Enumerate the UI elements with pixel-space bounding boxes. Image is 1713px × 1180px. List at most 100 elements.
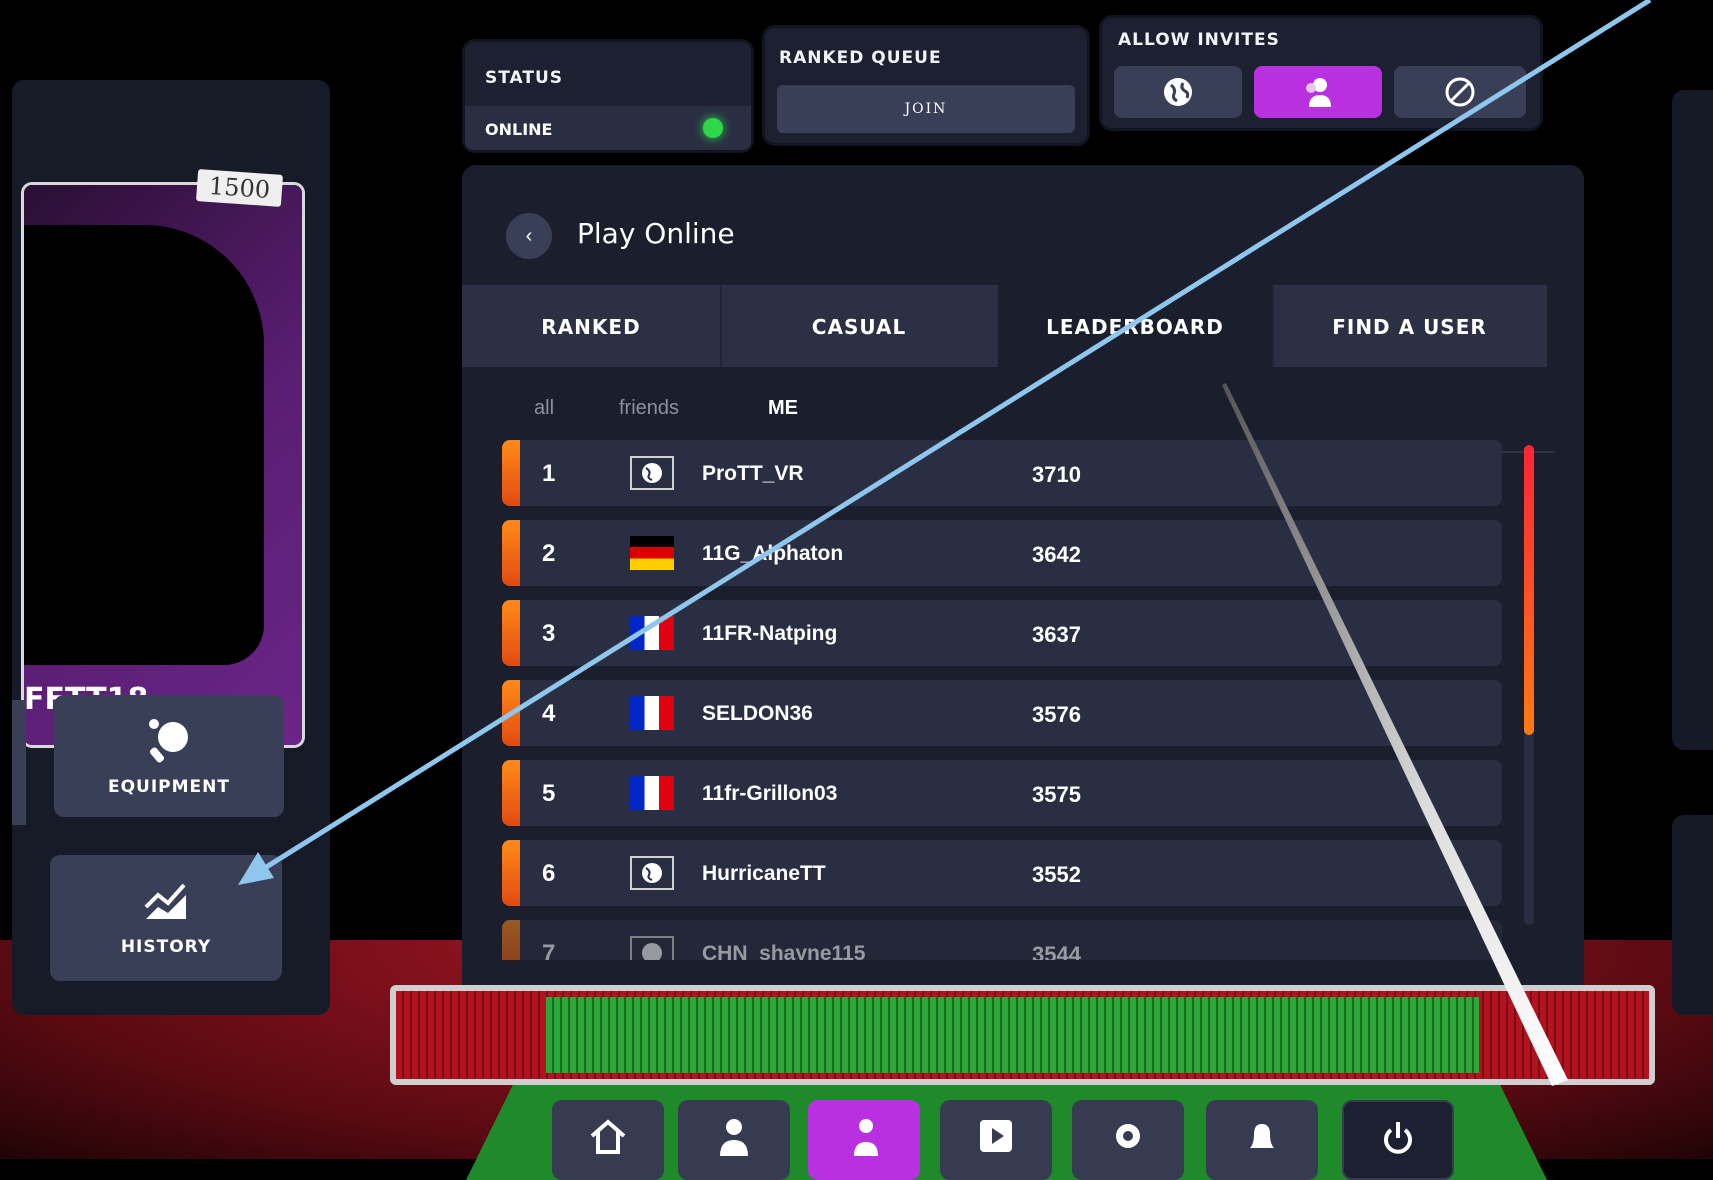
globe-icon — [1164, 78, 1192, 106]
home-icon — [590, 1119, 626, 1154]
status-block: STATUS ONLINE — [465, 42, 751, 150]
table-row[interactable]: 1 ProTT_VR 3710 — [502, 440, 1502, 506]
trend-chart-icon — [144, 883, 186, 919]
table-net — [390, 985, 1655, 1085]
avatar — [24, 225, 264, 665]
history-button[interactable]: HISTORY — [50, 855, 282, 981]
player-score: 3575 — [1032, 782, 1081, 807]
rank-number: 4 — [542, 700, 556, 727]
rank-number: 1 — [542, 460, 556, 487]
block-icon — [1445, 77, 1475, 107]
player-score: 3552 — [1032, 862, 1081, 887]
france-flag-icon — [630, 776, 674, 810]
player-name: 11FR-Natping — [702, 622, 838, 645]
elo-badge: 1500 — [195, 169, 284, 207]
table-row[interactable]: 3 11FR-Natping 3637 — [502, 600, 1502, 666]
ranked-queue-block: RANKED QUEUE JOIN — [765, 28, 1087, 143]
germany-flag-icon — [630, 536, 674, 570]
equipment-button[interactable]: EQUIPMENT — [54, 695, 284, 817]
profile-card[interactable] — [24, 185, 302, 745]
paddle-icon — [149, 719, 188, 763]
play-online-panel: ‹ Play Online RANKED CASUAL LEADERBOARD … — [462, 165, 1584, 1005]
rank-number: 3 — [542, 620, 556, 647]
nav-notifications-button[interactable] — [1206, 1100, 1318, 1180]
france-flag-icon — [630, 696, 674, 730]
france-flag-icon — [630, 616, 674, 650]
player-name: CHN_shayne115 — [702, 942, 866, 960]
player-name: SELDON36 — [702, 702, 813, 725]
table-row[interactable]: 7 CHN_shayne115 3544 — [502, 920, 1502, 960]
world-flag-icon — [630, 856, 674, 890]
invite-nobody-button[interactable] — [1394, 66, 1526, 118]
power-icon — [1384, 1122, 1412, 1154]
right-panel-bottom — [1672, 815, 1713, 1015]
rank-accent — [502, 520, 520, 586]
online-icon — [854, 1119, 878, 1156]
page-title: Play Online — [577, 217, 735, 250]
friends-icon — [1306, 78, 1331, 107]
notifications-icon — [1250, 1124, 1274, 1148]
rank-accent — [502, 840, 520, 906]
player-name: 11fr-Grillon03 — [702, 782, 838, 805]
history-label: HISTORY — [120, 937, 212, 957]
scrollbar-thumb[interactable] — [1524, 445, 1534, 735]
nav-replay-button[interactable] — [940, 1100, 1052, 1180]
nav-home-button[interactable] — [552, 1100, 664, 1180]
rank-number: 6 — [542, 860, 556, 887]
equipment-label: EQUIPMENT — [107, 777, 230, 797]
online-indicator-icon — [703, 118, 723, 138]
player-score: 3576 — [1032, 702, 1081, 727]
tab-ranked[interactable]: RANKED — [462, 285, 722, 367]
tab-casual[interactable]: CASUAL — [720, 285, 1000, 367]
filter-friends[interactable]: friends — [619, 397, 679, 420]
nav-online-button[interactable] — [808, 1100, 920, 1180]
allow-invites-block: ALLOW INVITES — [1102, 18, 1540, 128]
filter-all[interactable]: all — [534, 397, 554, 420]
status-label: STATUS — [485, 68, 564, 88]
nav-power-button[interactable] — [1342, 1100, 1454, 1180]
rank-accent — [502, 440, 520, 506]
leaderboard-list[interactable]: 1 ProTT_VR 3710 2 11G_Alphaton 3642 3 11… — [502, 440, 1512, 960]
table-row[interactable]: 2 11G_Alphaton 3642 — [502, 520, 1502, 586]
player-name: ProTT_VR — [702, 462, 804, 485]
tab-find-a-user[interactable]: FIND A USER — [1272, 285, 1547, 367]
invite-everyone-button[interactable] — [1114, 66, 1242, 118]
rank-accent — [502, 680, 520, 746]
table-row[interactable]: 6 HurricaneTT 3552 — [502, 840, 1502, 906]
nav-settings-button[interactable] — [1072, 1100, 1184, 1180]
player-score: 3642 — [1032, 542, 1081, 567]
player-name: HurricaneTT — [702, 862, 826, 885]
leaderboard-scrollbar[interactable] — [1524, 445, 1534, 925]
tab-leaderboard[interactable]: LEADERBOARD — [998, 285, 1274, 367]
back-button[interactable]: ‹ — [506, 213, 552, 259]
tab-bar: RANKED CASUAL LEADERBOARD FIND A USER — [462, 285, 1547, 367]
player-score: 3637 — [1032, 622, 1081, 647]
status-value: ONLINE — [485, 120, 553, 139]
allow-invites-label: ALLOW INVITES — [1118, 30, 1280, 50]
rank-number: 7 — [542, 940, 556, 960]
table-row[interactable]: 4 SELDON36 3576 — [502, 680, 1502, 746]
table-row[interactable]: 5 11fr-Grillon03 3575 — [502, 760, 1502, 826]
player-name: 11G_Alphaton — [702, 542, 844, 565]
net-green-area — [546, 997, 1479, 1073]
rank-number: 2 — [542, 540, 556, 567]
profile-icon — [720, 1119, 748, 1156]
filter-me[interactable]: ME — [768, 397, 798, 420]
chevron-left-icon: ‹ — [525, 225, 533, 247]
player-score: 3710 — [1032, 462, 1081, 487]
world-flag-icon — [630, 456, 674, 490]
rank-accent — [502, 920, 520, 960]
player-score: 3544 — [1032, 942, 1081, 960]
status-selector[interactable]: ONLINE — [465, 106, 751, 150]
rank-number: 5 — [542, 780, 556, 807]
rank-accent — [502, 600, 520, 666]
invite-friends-button[interactable] — [1254, 66, 1382, 118]
right-panel-top — [1672, 90, 1713, 750]
replay-icon — [980, 1120, 1012, 1152]
join-button[interactable]: JOIN — [777, 85, 1075, 133]
profile-panel: 1500 FFTT18 EQUIPMENT HISTORY — [12, 80, 330, 1015]
settings-icon — [1116, 1124, 1140, 1148]
nav-profile-button[interactable] — [678, 1100, 790, 1180]
ranked-queue-label: RANKED QUEUE — [779, 48, 942, 68]
world-flag-icon — [630, 936, 674, 960]
